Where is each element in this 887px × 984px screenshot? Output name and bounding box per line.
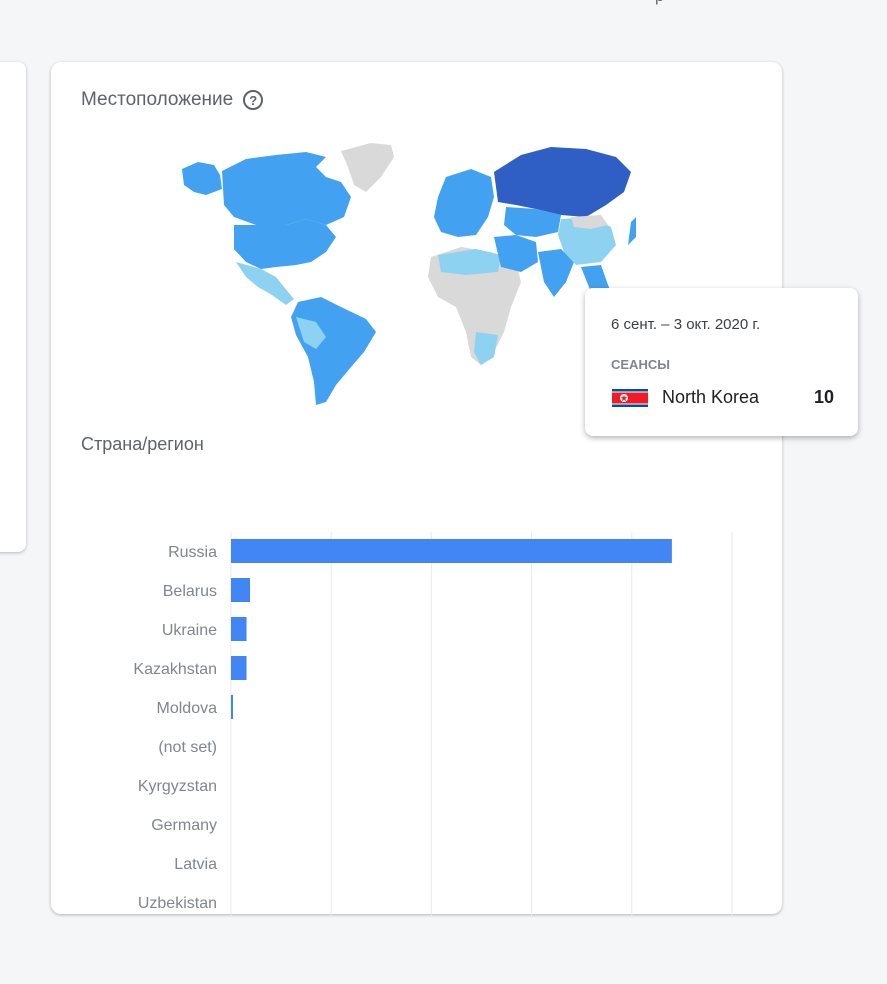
country-bar-chart: Russia Belarus Ukraine Kazakhstan Moldova (no… xyxy=(133,532,733,917)
chart-category-labels: Russia Belarus Ukraine Kazakhstan Moldova (no… xyxy=(133,544,217,912)
north-korea-flag-icon xyxy=(612,389,648,407)
bar-belarus[interactable] xyxy=(231,578,251,602)
section-title-country: Страна/регион xyxy=(81,434,204,454)
world-map[interactable] xyxy=(176,137,636,412)
map-region-south-america[interactable] xyxy=(291,297,376,405)
location-card: Местоположение ? Страна/регион Russia Be… xyxy=(51,62,782,917)
category-label: Uzbekistan xyxy=(138,895,217,912)
tooltip-value: 10 xyxy=(813,387,834,407)
top-text-fragment: р xyxy=(655,0,664,6)
map-region-russia[interactable] xyxy=(494,147,631,217)
map-region-canada[interactable] xyxy=(222,152,351,225)
category-label: Russia xyxy=(168,544,217,561)
card-title: Местоположение ? xyxy=(81,89,264,111)
category-label: Kyrgyzstan xyxy=(138,778,217,795)
map-region-usa[interactable] xyxy=(234,219,336,269)
tooltip-metric-label: СЕАНСЫ xyxy=(611,357,670,372)
map-region-europe[interactable] xyxy=(434,169,494,237)
chart-grid xyxy=(230,532,733,917)
bar-russia[interactable] xyxy=(231,539,672,563)
category-label: Kazakhstan xyxy=(133,661,217,678)
category-label: (not set) xyxy=(158,739,217,756)
question-circle-icon[interactable]: ? xyxy=(243,90,264,110)
category-label: Germany xyxy=(151,817,217,834)
bar-kazakhstan[interactable] xyxy=(231,656,247,680)
category-label: Ukraine xyxy=(162,622,217,639)
map-region-greenland[interactable] xyxy=(341,143,394,192)
map-region-alaska[interactable] xyxy=(182,162,222,195)
bar-moldova[interactable] xyxy=(231,695,234,719)
left-card xyxy=(0,62,26,552)
map-region-japan[interactable] xyxy=(628,215,636,245)
tooltip-date-range: 6 сент. – 3 окт. 2020 г. xyxy=(611,316,761,333)
map-tooltip: 6 сент. – 3 окт. 2020 г. СЕАНСЫ North Ko… xyxy=(585,288,858,436)
card-title-text: Местоположение xyxy=(81,89,234,110)
tooltip-country: North Korea xyxy=(662,387,760,407)
bar-ukraine[interactable] xyxy=(231,617,247,641)
category-label: Belarus xyxy=(163,583,217,600)
category-label: Moldova xyxy=(157,700,218,717)
chart-bars xyxy=(231,539,672,719)
category-label: Latvia xyxy=(174,856,217,873)
